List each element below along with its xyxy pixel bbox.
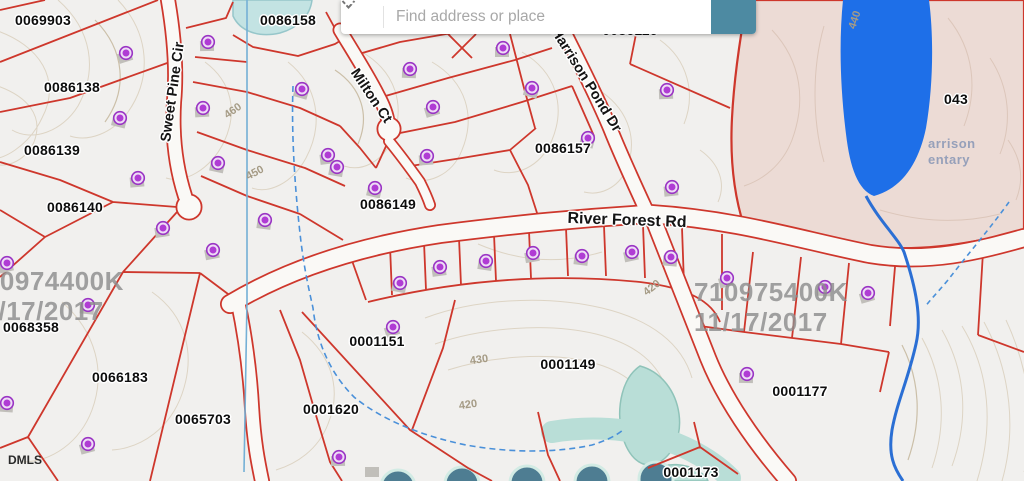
search-bar [341,0,756,34]
search-input[interactable] [384,0,711,34]
water-scallops [381,462,673,481]
map-viewport[interactable]: 460450430420420440710974400K11/17/201771… [0,0,1024,481]
dashed-stream-center [293,86,623,451]
search-button[interactable] [711,0,756,34]
small-pond [233,0,312,35]
map-canvas [0,0,1024,481]
search-icon [341,0,363,22]
